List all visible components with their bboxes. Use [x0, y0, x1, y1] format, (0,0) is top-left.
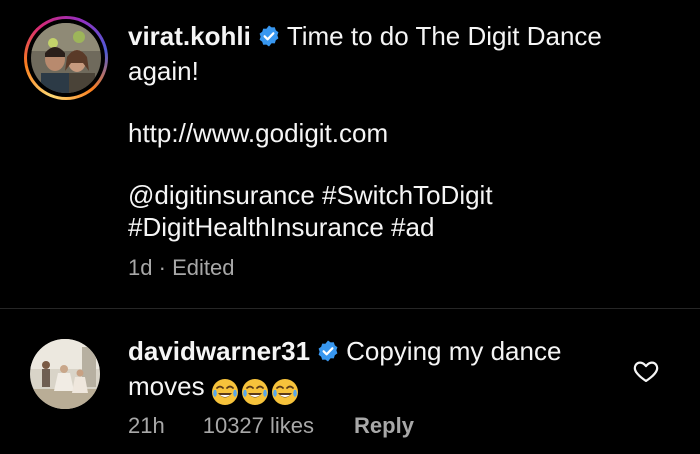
comment-row: davidwarner31 Copying my dance moves 21h … — [0, 309, 700, 454]
comment-time: 21h — [128, 413, 165, 438]
heart-icon[interactable] — [632, 357, 660, 385]
reply-button[interactable]: Reply — [354, 413, 414, 439]
joy-emoji-icon — [211, 378, 239, 406]
commenter-avatar[interactable] — [30, 339, 100, 409]
verified-badge-icon — [316, 338, 340, 370]
verified-badge-icon — [257, 23, 281, 55]
comment-likes[interactable]: 10327 likes — [203, 413, 314, 439]
caption-line-2: again! — [128, 56, 199, 86]
meta-separator: · — [158, 255, 166, 280]
comment-text: davidwarner31 Copying my dance moves — [128, 335, 608, 406]
caption-tags-line-1[interactable]: @digitinsurance #SwitchToDigit — [128, 179, 668, 211]
joy-emoji-icon — [271, 378, 299, 406]
comment-line-2: moves — [128, 371, 205, 401]
caption-line-1: Time to do The Digit Dance — [286, 21, 602, 51]
post-meta: 1d · Edited — [128, 255, 234, 281]
post-edited-label: Edited — [172, 255, 235, 280]
post-username[interactable]: virat.kohli — [128, 21, 251, 51]
commenter-avatar-photo — [30, 339, 100, 409]
comment-meta: 21h 10327 likes Reply — [128, 413, 414, 439]
avatar-photo — [31, 23, 101, 93]
poster-avatar[interactable] — [31, 23, 101, 93]
comment-username[interactable]: davidwarner31 — [128, 336, 310, 366]
caption-tags-line-2[interactable]: #DigitHealthInsurance #ad — [128, 211, 668, 243]
caption-link[interactable]: http://www.godigit.com — [128, 117, 668, 149]
caption-text: virat.kohli Time to do The Digit Dance ag… — [128, 20, 668, 243]
post-caption: virat.kohli Time to do The Digit Dance ag… — [0, 0, 700, 308]
avatar-gap — [27, 19, 105, 97]
post-time: 1d — [128, 255, 153, 280]
joy-emoji-icon — [241, 378, 269, 406]
emoji-row — [211, 374, 301, 406]
comment-line-1: Copying my dance — [346, 336, 562, 366]
story-ring[interactable] — [24, 16, 108, 100]
